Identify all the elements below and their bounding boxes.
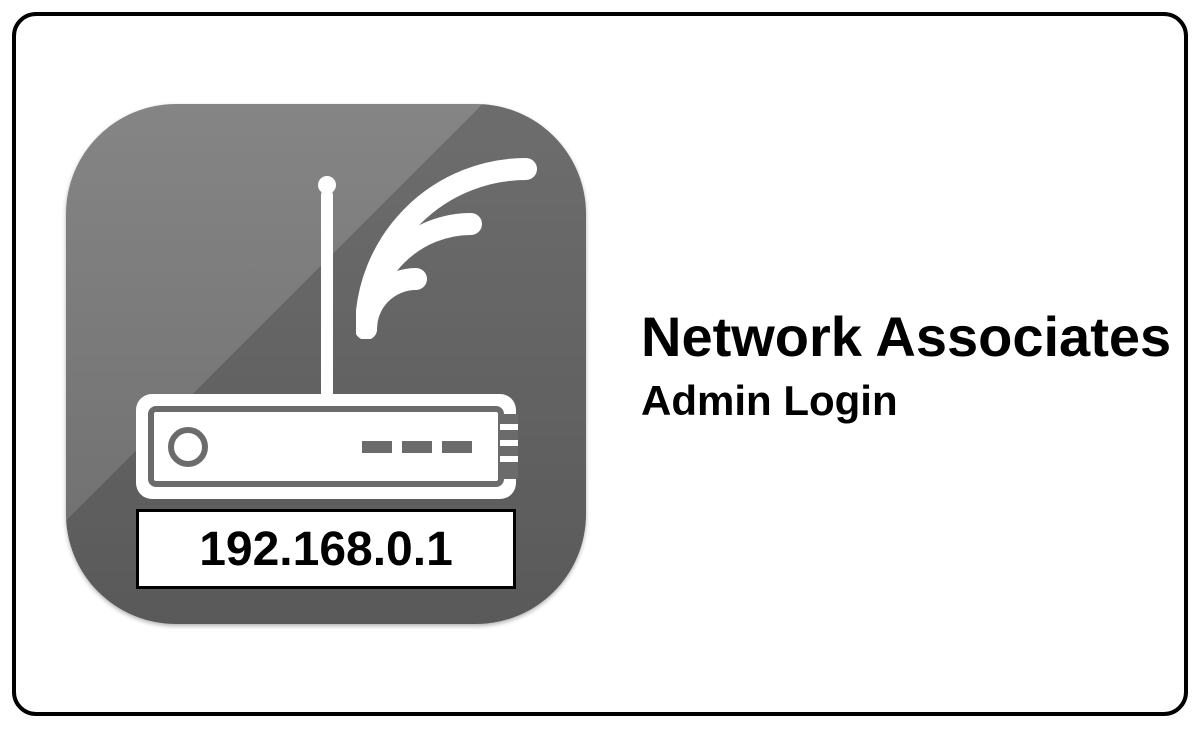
page-subtitle: Admin Login bbox=[641, 377, 1171, 425]
router-icon bbox=[136, 394, 516, 499]
text-block: Network Associates Admin Login bbox=[641, 304, 1171, 425]
wifi-signal-icon bbox=[356, 139, 556, 339]
antenna-icon bbox=[321, 189, 333, 399]
card-frame: 192.168.0.1 Network Associates Admin Log… bbox=[12, 12, 1188, 716]
antenna-tip-icon bbox=[318, 176, 336, 194]
router-ports-icon bbox=[362, 441, 472, 453]
router-vent-icon bbox=[500, 414, 518, 479]
page-title: Network Associates bbox=[641, 304, 1171, 369]
ip-address-label: 192.168.0.1 bbox=[136, 509, 516, 589]
router-icon-tile: 192.168.0.1 bbox=[66, 104, 586, 624]
router-knob-icon bbox=[168, 427, 208, 467]
router-front-panel bbox=[148, 406, 504, 487]
